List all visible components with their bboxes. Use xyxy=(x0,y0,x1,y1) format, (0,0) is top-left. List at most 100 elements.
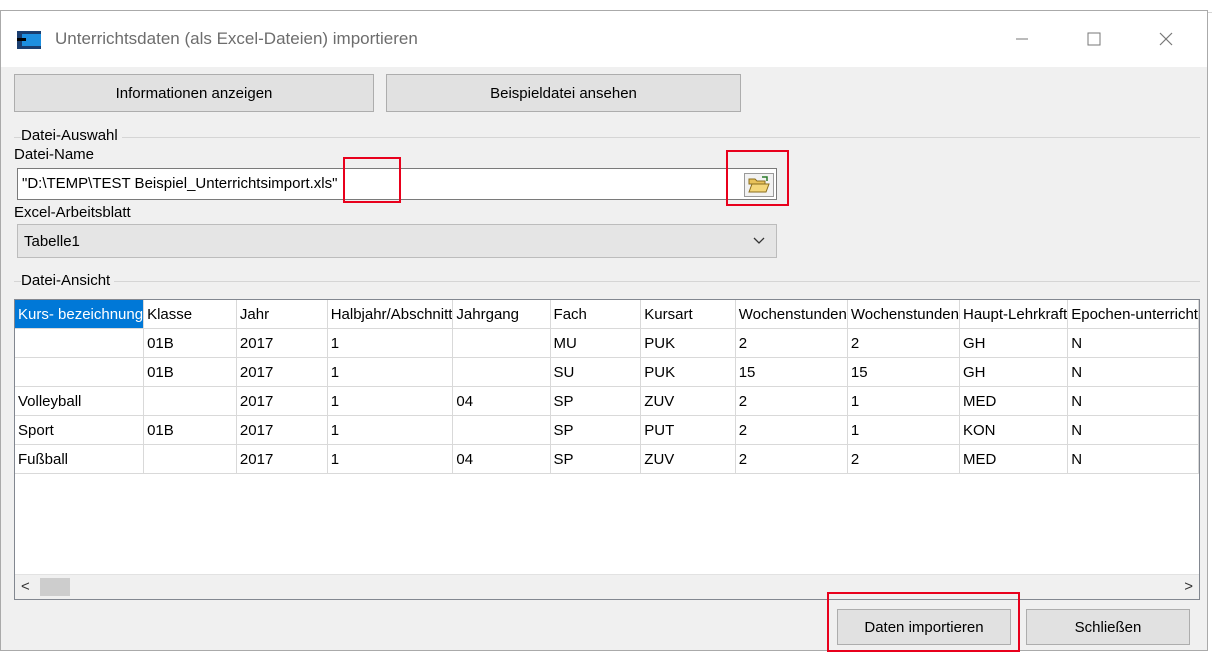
app-icon xyxy=(17,31,41,49)
table-cell[interactable]: Volleyball xyxy=(15,386,145,416)
column-header[interactable]: Epochen-unterricht xyxy=(1067,300,1199,329)
close-window-button[interactable] xyxy=(1143,21,1189,57)
table-cell[interactable]: Sport xyxy=(15,415,145,445)
close-icon xyxy=(1159,32,1173,46)
minimize-icon xyxy=(1016,38,1028,40)
column-header[interactable]: Wochenstunden xyxy=(735,300,848,329)
close-button[interactable]: Schließen xyxy=(1026,609,1190,645)
title-bar: Unterrichtsdaten (als Excel-Dateien) imp… xyxy=(1,11,1207,67)
table-cell[interactable]: 01B xyxy=(143,357,237,387)
show-information-button[interactable]: Informationen anzeigen xyxy=(14,74,374,112)
table-cell[interactable]: N xyxy=(1067,386,1199,416)
table-cell[interactable]: N xyxy=(1067,357,1199,387)
table-cell[interactable]: SP xyxy=(550,415,642,445)
column-header[interactable]: Klasse xyxy=(143,300,237,329)
scroll-left-icon[interactable]: < xyxy=(21,578,30,595)
table-cell[interactable]: 15 xyxy=(847,357,961,387)
table-cell[interactable]: 1 xyxy=(327,444,454,474)
column-header[interactable]: Wochenstunden xyxy=(847,300,961,329)
table-cell[interactable]: N xyxy=(1067,444,1199,474)
table-cell[interactable]: 2 xyxy=(735,328,848,358)
file-view-group-label: Datei-Ansicht xyxy=(21,272,115,289)
import-dialog: Unterrichtsdaten (als Excel-Dateien) imp… xyxy=(0,10,1208,652)
file-view-divider xyxy=(14,281,1200,282)
table-row[interactable]: Fußball 2017 1 04 SP ZUV 2 2 MED N xyxy=(15,444,1199,474)
file-selection-divider xyxy=(14,137,1200,138)
table-cell[interactable]: ZUV xyxy=(640,444,736,474)
table-cell[interactable]: 2 xyxy=(847,444,961,474)
table-cell[interactable]: PUK xyxy=(640,357,736,387)
data-preview-table: Kurs- bezeichnung Klasse Jahr Halbjahr/Absc… xyxy=(15,300,1199,474)
scroll-right-icon[interactable]: > xyxy=(1184,578,1193,595)
table-cell[interactable]: 04 xyxy=(452,444,551,474)
table-cell[interactable]: 1 xyxy=(327,357,454,387)
table-cell[interactable]: N xyxy=(1067,415,1199,445)
table-cell[interactable]: 1 xyxy=(327,386,454,416)
column-header[interactable]: Kursart xyxy=(640,300,736,329)
minimize-button[interactable] xyxy=(999,21,1045,57)
table-cell[interactable]: MU xyxy=(550,328,642,358)
table-cell[interactable] xyxy=(452,328,551,358)
table-cell[interactable]: 15 xyxy=(735,357,848,387)
table-cell[interactable] xyxy=(452,415,551,445)
excel-sheet-label: Excel-Arbeitsblatt xyxy=(14,204,131,221)
table-cell[interactable]: ZUV xyxy=(640,386,736,416)
column-header[interactable]: Kurs- bezeichnung xyxy=(15,300,145,329)
browse-file-button[interactable] xyxy=(744,173,774,197)
table-cell[interactable]: KON xyxy=(959,415,1069,445)
folder-open-icon xyxy=(748,176,770,193)
table-cell[interactable]: 2017 xyxy=(236,386,328,416)
data-preview-grid[interactable]: Kurs- bezeichnung Klasse Jahr Halbjahr/Absc… xyxy=(14,299,1200,600)
table-row[interactable]: 01B 2017 1 MU PUK 2 2 GH N xyxy=(15,328,1199,358)
table-cell[interactable]: PUT xyxy=(640,415,736,445)
table-cell[interactable] xyxy=(452,357,551,387)
table-cell[interactable]: 1 xyxy=(327,415,454,445)
excel-sheet-select[interactable]: Tabelle1 xyxy=(17,224,777,258)
table-cell[interactable] xyxy=(15,357,145,387)
table-cell[interactable]: GH xyxy=(959,357,1069,387)
filename-label: Datei-Name xyxy=(14,146,95,163)
table-cell[interactable]: SP xyxy=(550,386,642,416)
table-cell[interactable]: 2 xyxy=(735,386,848,416)
table-cell[interactable]: MED xyxy=(959,386,1069,416)
column-header[interactable]: Jahr xyxy=(236,300,328,329)
file-selection-group-label: Datei-Auswahl xyxy=(21,127,122,144)
maximize-button[interactable] xyxy=(1071,21,1117,57)
table-cell[interactable] xyxy=(143,444,237,474)
column-header[interactable]: Jahrgang xyxy=(452,300,551,329)
table-cell[interactable]: 2 xyxy=(735,444,848,474)
table-cell[interactable]: 04 xyxy=(452,386,551,416)
table-cell[interactable]: SU xyxy=(550,357,642,387)
table-cell[interactable]: SP xyxy=(550,444,642,474)
table-cell[interactable]: PUK xyxy=(640,328,736,358)
table-row[interactable]: Volleyball 2017 1 04 SP ZUV 2 1 MED N xyxy=(15,386,1199,416)
table-cell[interactable]: MED xyxy=(959,444,1069,474)
table-row[interactable]: 01B 2017 1 SU PUK 15 15 GH N xyxy=(15,357,1199,387)
column-header[interactable]: Halbjahr/Abschnitt xyxy=(327,300,454,329)
column-header[interactable]: Haupt-Lehrkraft xyxy=(959,300,1069,329)
table-cell[interactable]: 2 xyxy=(847,328,961,358)
scroll-thumb[interactable] xyxy=(40,578,70,596)
table-cell[interactable]: N xyxy=(1067,328,1199,358)
table-cell[interactable]: 1 xyxy=(327,328,454,358)
table-cell[interactable] xyxy=(15,328,145,358)
filename-field[interactable]: "D:\TEMP\TEST Beispiel_Unterrichtsimport… xyxy=(17,168,777,200)
table-cell[interactable]: 1 xyxy=(847,386,961,416)
excel-sheet-value: Tabelle1 xyxy=(24,233,80,250)
table-cell[interactable]: 2017 xyxy=(236,357,328,387)
table-cell[interactable]: 01B xyxy=(143,328,237,358)
table-cell[interactable]: 2017 xyxy=(236,415,328,445)
table-cell[interactable]: 01B xyxy=(143,415,237,445)
column-header[interactable]: Fach xyxy=(550,300,642,329)
table-cell[interactable]: 2017 xyxy=(236,328,328,358)
table-cell[interactable] xyxy=(143,386,237,416)
import-data-button[interactable]: Daten importieren xyxy=(837,609,1011,645)
horizontal-scrollbar[interactable]: < > xyxy=(15,574,1199,599)
table-cell[interactable]: Fußball xyxy=(15,444,145,474)
table-row[interactable]: Sport 01B 2017 1 SP PUT 2 1 KON N xyxy=(15,415,1199,445)
table-cell[interactable]: GH xyxy=(959,328,1069,358)
table-cell[interactable]: 2017 xyxy=(236,444,328,474)
table-cell[interactable]: 1 xyxy=(847,415,961,445)
view-example-file-button[interactable]: Beispieldatei ansehen xyxy=(386,74,741,112)
table-cell[interactable]: 2 xyxy=(735,415,848,445)
